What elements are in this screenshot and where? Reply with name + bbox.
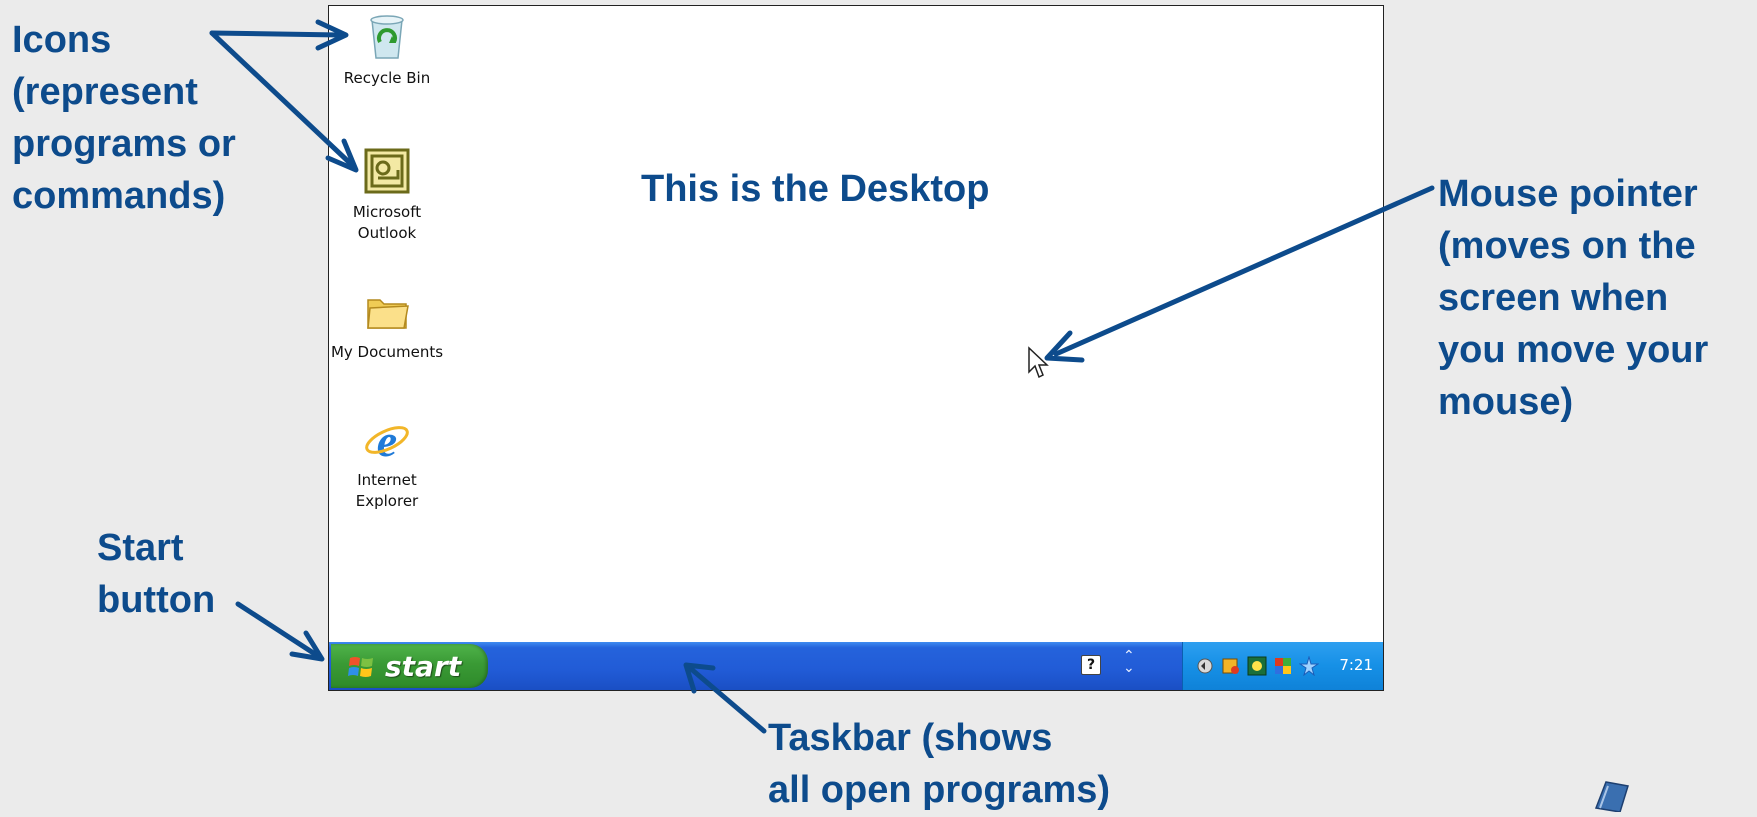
book-icon [1592, 778, 1632, 817]
arrow-to-outlook [209, 30, 355, 168]
arrow-to-start-button [235, 601, 321, 659]
arrow-to-taskbar [687, 665, 767, 734]
arrow-to-recycle-bin [209, 30, 343, 38]
annotation-arrows [209, 19, 1435, 734]
arrow-to-mouse-pointer [1053, 185, 1435, 357]
